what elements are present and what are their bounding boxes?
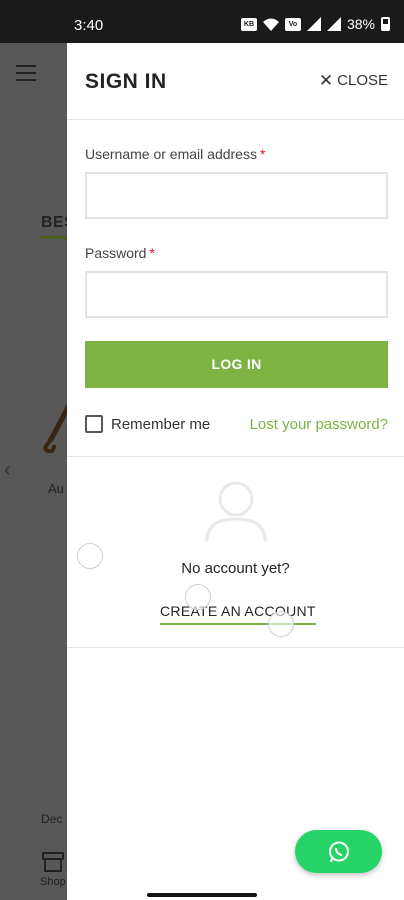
required-mark: * <box>149 245 155 261</box>
remember-me[interactable]: Remember me <box>85 415 210 433</box>
sign-in-drawer: SIGN IN ✕ CLOSE Username or email addres… <box>67 43 404 900</box>
shop-nav-item[interactable]: Shop <box>40 851 66 888</box>
status-time: 3:40 <box>74 17 104 34</box>
touch-indicator <box>268 611 294 637</box>
remember-me-checkbox[interactable] <box>85 415 103 433</box>
status-bar: 3:40 KB Vo 38% <box>0 0 404 43</box>
carousel-prev-icon[interactable]: ‹ <box>4 459 11 482</box>
background-bottom-text: Dec <box>41 812 63 826</box>
password-label-text: Password <box>85 245 147 261</box>
divider <box>67 647 404 648</box>
close-button[interactable]: ✕ CLOSE <box>319 72 388 89</box>
menu-icon[interactable] <box>16 65 36 86</box>
close-icon: ✕ <box>318 71 334 90</box>
data-speed-icon: KB <box>240 17 257 31</box>
battery-percent: 38% <box>346 16 375 32</box>
volte-icon: Vo <box>284 17 301 31</box>
touch-indicator <box>77 543 103 569</box>
username-field[interactable] <box>85 172 388 219</box>
touch-indicator <box>185 584 211 610</box>
password-label: Password * <box>85 245 388 261</box>
gesture-nav-handle <box>147 893 257 897</box>
signal-icon <box>306 17 321 31</box>
close-label: CLOSE <box>337 72 388 89</box>
remember-row: Remember me Lost your password? <box>85 415 388 433</box>
register-section: No account yet? CREATE AN ACCOUNT <box>67 457 404 647</box>
password-field[interactable] <box>85 271 388 318</box>
drawer-header: SIGN IN ✕ CLOSE <box>67 43 404 120</box>
login-button[interactable]: LOG IN <box>85 341 388 388</box>
signal-icon-2 <box>326 17 341 31</box>
username-label: Username or email address * <box>85 146 388 162</box>
user-icon <box>205 481 267 542</box>
wifi-icon <box>262 18 279 31</box>
status-icons: KB Vo 38% <box>240 16 390 32</box>
username-label-text: Username or email address <box>85 146 257 162</box>
shop-icon <box>41 852 64 872</box>
whatsapp-button[interactable] <box>295 830 382 873</box>
shop-label: Shop <box>40 876 66 888</box>
lost-password-link[interactable]: Lost your password? <box>250 416 388 433</box>
required-mark: * <box>259 146 266 162</box>
remember-me-label: Remember me <box>111 415 211 433</box>
whatsapp-icon <box>328 841 349 862</box>
drawer-title: SIGN IN <box>85 70 167 93</box>
battery-icon <box>381 17 390 31</box>
background-product-label: Au <box>48 481 64 496</box>
no-account-text: No account yet? <box>181 560 290 577</box>
login-form: Username or email address * Password * LOG… <box>85 146 388 433</box>
